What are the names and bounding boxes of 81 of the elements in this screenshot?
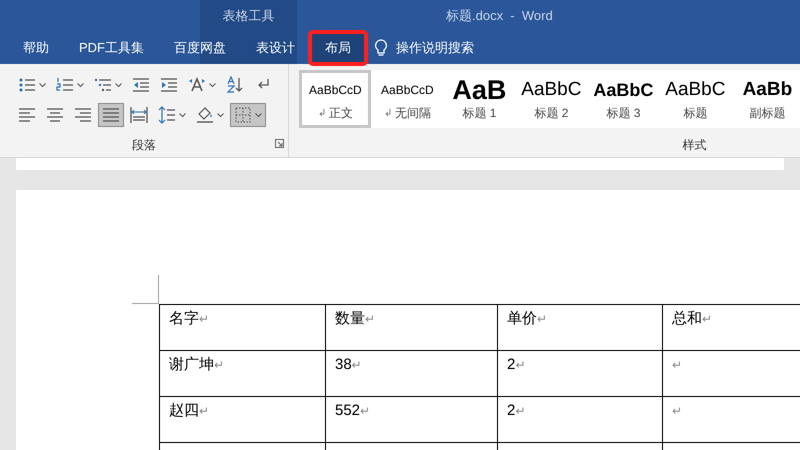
paragraph-mark: ↵ xyxy=(214,358,224,372)
paragraph-mark: ↲ xyxy=(384,106,392,120)
style-preview: AaBbC xyxy=(521,78,582,102)
distributed-icon xyxy=(130,106,148,124)
group-label: 段落 xyxy=(132,138,156,152)
style-item[interactable]: AaB 标题 1 xyxy=(443,70,516,128)
paragraph-mark: ↵ xyxy=(365,312,375,326)
table-cell: 谢广坤↵ xyxy=(160,350,326,396)
style-name: 标题 2 xyxy=(534,105,568,122)
style-name: 标题 xyxy=(683,105,708,122)
tell-me-search[interactable]: 操作说明搜索 xyxy=(388,32,482,64)
style-preview: AaBbC xyxy=(593,79,654,102)
paragraph-mark: ↵ xyxy=(352,358,362,372)
style-item[interactable]: AaBbC 标题 2 xyxy=(515,70,588,128)
table-cell: 总和↵ xyxy=(662,304,800,350)
paragraph-mark: ↵ xyxy=(360,404,370,418)
table-cell: 2↵ xyxy=(498,396,662,442)
caret-icon xyxy=(179,112,186,118)
style-preview: AaBbC xyxy=(665,78,726,102)
borders-icon xyxy=(234,106,252,124)
justify-icon xyxy=(102,106,120,124)
style-preview: AaBb xyxy=(742,78,792,102)
style-name: 正文 xyxy=(328,105,353,122)
ribbon-tab[interactable]: PDF工具集 xyxy=(64,32,159,64)
style-item[interactable]: AaBb 副标题 xyxy=(731,70,800,128)
caret-icon xyxy=(77,82,84,88)
group-label: 样式 xyxy=(682,138,706,152)
paragraph-mark: ↵ xyxy=(672,404,682,418)
dialog-launcher-icon[interactable] xyxy=(275,139,284,148)
table-cell: 552↵ xyxy=(326,396,498,442)
table-cell: 数量↵ xyxy=(326,304,498,350)
style-preview: AaBbCcD xyxy=(309,82,362,99)
ribbon-tab[interactable]: 布局 xyxy=(310,32,366,64)
style-preview: AaB xyxy=(452,76,506,104)
table-cell: 2↵ xyxy=(498,350,662,396)
increase-indent-icon xyxy=(160,76,178,94)
paint-bucket-icon xyxy=(196,106,214,124)
style-item[interactable]: AaBbCcD ↲ 无间隔 xyxy=(371,70,444,128)
ribbon-tab[interactable]: 表设计 xyxy=(241,32,310,64)
caret-icon xyxy=(115,82,122,88)
style-preview: AaBbCcD xyxy=(381,82,434,99)
style-item[interactable]: AaBbC 标题 xyxy=(659,70,732,128)
caret-icon xyxy=(209,82,216,88)
multilevel-list-icon xyxy=(94,76,112,94)
align-right-icon xyxy=(74,106,92,124)
align-left-icon xyxy=(18,106,36,124)
caret-icon xyxy=(255,112,262,118)
window-title: 标题.docx - Word xyxy=(446,7,553,25)
bullets-list-icon xyxy=(18,76,36,94)
paragraph-mark: ↵ xyxy=(515,358,526,372)
style-name: 标题 3 xyxy=(606,105,640,122)
paragraph-mark: ↲ xyxy=(318,106,326,120)
table-cell: 单价↵ xyxy=(498,304,662,350)
caret-icon xyxy=(217,112,224,118)
style-name: 副标题 xyxy=(749,105,786,122)
contextual-tab-group-label: 表格工具 xyxy=(222,7,276,25)
style-item[interactable]: AaBbCcD ↲ 正文 xyxy=(299,70,372,128)
style-name: 标题 1 xyxy=(462,105,496,122)
ribbon-tab[interactable]: 百度网盘 xyxy=(159,32,241,64)
caret-icon xyxy=(39,82,46,88)
sort-icon xyxy=(226,76,244,94)
paragraph-mark: ↵ xyxy=(537,312,547,326)
table-cell: 名字↵ xyxy=(160,304,326,350)
paragraph-mark: ↵ xyxy=(199,404,209,418)
lightbulb-icon xyxy=(374,39,388,57)
table-cell: 赵四↵ xyxy=(160,396,326,442)
style-name: 无间隔 xyxy=(394,105,431,122)
paragraph-mark: ↵ xyxy=(672,358,682,372)
ribbon-tab[interactable]: 帮助 xyxy=(8,32,64,64)
margin-corner-mark xyxy=(132,275,159,304)
decrease-indent-icon xyxy=(132,76,150,94)
paragraph-mark: ↵ xyxy=(199,312,209,326)
align-center-icon xyxy=(46,106,64,124)
table-cell: 38↵ xyxy=(326,350,498,396)
text-direction-icon xyxy=(188,76,206,94)
paragraph-mark: ↵ xyxy=(702,312,712,326)
borders-button[interactable] xyxy=(230,103,266,127)
paragraph-mark: ↵ xyxy=(515,404,526,418)
style-item[interactable]: AaBbC 标题 3 xyxy=(587,70,660,128)
justify-button[interactable] xyxy=(98,103,124,127)
line-spacing-icon xyxy=(158,106,176,124)
